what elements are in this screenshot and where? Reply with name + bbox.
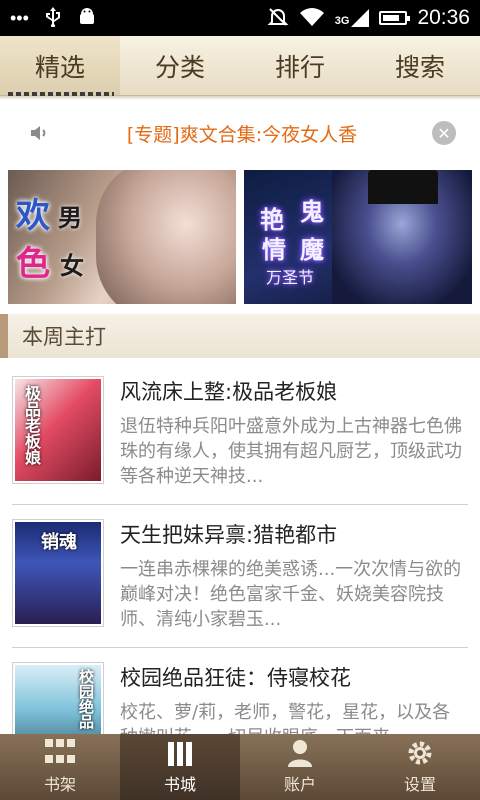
tab-categories[interactable]: 分类 <box>120 36 240 95</box>
nav-label: 账户 <box>283 775 316 794</box>
list-item[interactable]: 校园绝品 校园绝品狂徒：侍寝校花 校花、萝/莉，老师，警花，星花，以及各种嫩叫花… <box>12 648 468 734</box>
banner-text: 女 <box>60 252 84 280</box>
banner-text: 情 <box>262 236 286 264</box>
promo-banner-right[interactable]: 艳 鬼 情 魔 万圣节 <box>244 170 472 304</box>
silent-icon <box>267 6 289 31</box>
book-cover: 极品老板娘 <box>12 376 104 484</box>
bottom-nav: 书架 书城 账户 设置 <box>0 734 480 800</box>
list-item[interactable]: 销魂 天生把妹异禀:猎艳都市 一连串赤棵裸的绝美惑诱...一次次情与欲的巅峰对决… <box>12 505 468 648</box>
network-label: 3G <box>334 15 350 27</box>
nav-bookstore[interactable]: 书城 <box>120 734 240 800</box>
android-icon <box>77 7 97 30</box>
speaker-icon <box>28 121 52 145</box>
user-icon <box>285 739 315 767</box>
status-bar: ••• 3G 20:36 <box>0 0 480 36</box>
notice-bar: [专题]爽文合集:今夜女人香 ✕ <box>0 104 480 162</box>
wifi-icon <box>299 7 325 30</box>
books-icon <box>165 739 195 767</box>
banner-text: 色 <box>16 244 50 284</box>
book-description: 退伍特种兵阳叶盛意外成为上古神器七色佛珠的有缘人，使其拥有超凡厨艺，顶级武功等各… <box>120 416 462 487</box>
book-title: 天生把妹异禀:猎艳都市 <box>120 523 338 547</box>
nav-label: 书架 <box>43 775 76 794</box>
book-list: 极品老板娘 风流床上整:极品老板娘 退伍特种兵阳叶盛意外成为上古神器七色佛珠的有… <box>0 362 480 734</box>
notice-link[interactable]: [专题]爽文合集:今夜女人香 <box>52 120 432 147</box>
nav-account[interactable]: 账户 <box>240 734 360 800</box>
section-header: 本周主打 <box>0 314 480 358</box>
more-dots-icon: ••• <box>10 8 29 28</box>
nav-settings[interactable]: 设置 <box>360 734 480 800</box>
book-title: 校园绝品狂徒：侍寝校花 <box>120 666 351 690</box>
divider <box>0 96 480 100</box>
cover-text: 极品老板娘 <box>22 385 41 465</box>
nav-bookshelf[interactable]: 书架 <box>0 734 120 800</box>
book-description: 一连串赤棵裸的绝美惑诱...一次次情与欲的巅峰对决！绝色富家千金、妖娆美容院技师… <box>120 559 462 630</box>
book-cover: 销魂 <box>12 519 104 627</box>
usb-icon <box>45 6 61 30</box>
section-title: 本周主打 <box>22 325 106 349</box>
banner-text: 魔 <box>300 236 324 264</box>
bookshelf-grid-icon <box>45 739 75 767</box>
tab-rankings[interactable]: 排行 <box>240 36 360 95</box>
nav-label: 设置 <box>403 775 436 794</box>
book-cover: 校园绝品 <box>12 662 104 734</box>
gear-icon <box>405 739 435 767</box>
promo-banner-left[interactable]: 欢 男 色 女 <box>8 170 236 304</box>
book-title: 风流床上整:极品老板娘 <box>120 380 338 404</box>
book-description: 校花、萝/莉，老师，警花，星花，以及各种嫩叫花，一切尽收眼底。下面来... <box>120 702 451 734</box>
banner-hat <box>368 170 438 204</box>
banner-text: 欢 <box>16 196 50 236</box>
list-item[interactable]: 极品老板娘 风流床上整:极品老板娘 退伍特种兵阳叶盛意外成为上古神器七色佛珠的有… <box>12 362 468 505</box>
banner-text: 男 <box>58 204 82 232</box>
cover-text: 校园绝品 <box>77 669 95 729</box>
signal-3g-icon: 3G <box>335 9 370 27</box>
banner-text: 鬼 <box>300 198 324 226</box>
banner-figure <box>96 170 236 304</box>
top-tab-bar: 精选 分类 排行 搜索 <box>0 36 480 96</box>
clock: 20:36 <box>417 6 470 29</box>
tab-search[interactable]: 搜索 <box>360 36 480 95</box>
tab-featured[interactable]: 精选 <box>0 36 120 95</box>
banner-text: 万圣节 <box>266 268 315 287</box>
battery-icon <box>379 11 411 25</box>
nav-label: 书城 <box>163 775 196 794</box>
close-icon[interactable]: ✕ <box>432 121 456 145</box>
cover-text: 销魂 <box>41 532 77 553</box>
